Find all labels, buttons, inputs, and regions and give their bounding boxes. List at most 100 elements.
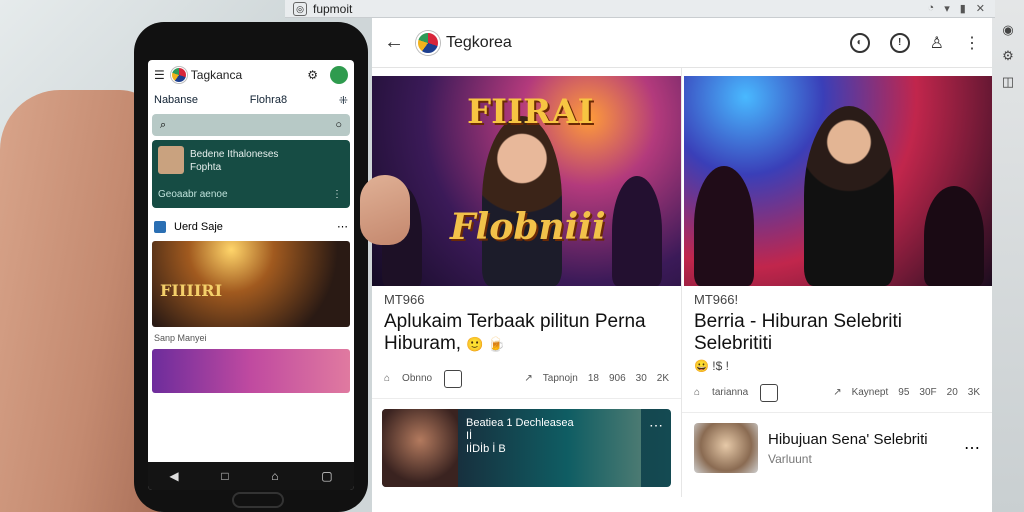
post-1-share-label: Tapnojn: [542, 373, 578, 384]
phone-post-image-2[interactable]: [152, 349, 350, 393]
nav-home-icon[interactable]: ⌂: [271, 469, 278, 483]
expand-icon[interactable]: ⁜: [339, 94, 348, 108]
bookmark-icon[interactable]: [760, 383, 779, 402]
home-icon[interactable]: ⌂: [694, 387, 700, 398]
post-1-image[interactable]: FIIRAI Flobniii: [372, 76, 681, 286]
post-2-left-label: tarianna: [712, 387, 749, 398]
tab-flohra[interactable]: Flohra8: [250, 94, 287, 108]
post-2-stat-b: 20: [946, 387, 958, 398]
phone-screen: ☰ Tagkanca ⚙ Nabanse Flohra8 ⁜ ⌕ ○ Beden…: [148, 60, 354, 490]
gear-icon[interactable]: ⚙: [1002, 48, 1014, 64]
post-1-emoji: 🙂 🍺: [466, 336, 506, 352]
section-icon: [154, 220, 166, 233]
crowd-figure: [612, 176, 662, 286]
post-1-image-title: FIIRAI: [467, 92, 594, 132]
nav-back-icon[interactable]: ◀: [169, 469, 178, 483]
app-bar: ← Tegkorea ◐ ! ♙ ⋮: [372, 18, 992, 68]
phone-home-button[interactable]: [232, 492, 284, 508]
window-titlebar: ◎ fupmoit ◔ ▾ ▮ ✕: [285, 0, 995, 18]
share-icon[interactable]: ↗: [524, 373, 532, 384]
post-1-stat-a: 18: [587, 373, 599, 384]
home-icon[interactable]: ⌂: [384, 373, 390, 384]
mini-card-thumbnail: [382, 409, 458, 487]
app-window: ← Tegkorea ◐ ! ♙ ⋮ FIIRAI Flobniii MT966…: [372, 18, 992, 512]
mini-card-line3: IİDİb İ B: [466, 443, 506, 455]
mini-card-title: Beatiea 1 Dechleasea: [466, 417, 574, 429]
avatar: [694, 423, 758, 473]
app-logo: [170, 67, 187, 83]
phone-app-title: Tagkanca: [190, 68, 243, 82]
more-dots-icon[interactable]: ⋯: [641, 409, 671, 487]
camera-icon[interactable]: ◉: [1002, 22, 1013, 38]
phone-post-image[interactable]: FIIIIRI: [152, 241, 350, 327]
side-toolbar: ◉ ⚙ ◫: [992, 18, 1024, 90]
nav-recent-icon[interactable]: ▢: [321, 469, 332, 483]
bookmark-icon[interactable]: [444, 369, 463, 388]
phone-caption: Sanp Manyei: [154, 333, 207, 343]
phone-section-header: Uerd Saje ⋯: [148, 212, 354, 241]
more-vert-icon[interactable]: ⋮: [332, 189, 342, 200]
notification-icon[interactable]: ◐: [849, 32, 870, 53]
chat-icon[interactable]: [330, 66, 348, 84]
tool-icon[interactable]: ◫: [1002, 74, 1014, 90]
featured-line1: Bedene Ithaloneses: [190, 149, 279, 160]
list-item-title: Hibujuan Sena' Selebriti: [768, 430, 928, 448]
featured-line2: Fophta: [190, 162, 222, 173]
info-icon[interactable]: !: [889, 32, 910, 53]
post-1-stat-a2: 906: [608, 373, 626, 384]
settings-icon[interactable]: ⚙: [307, 68, 318, 82]
post-2-stat-b2: 3K: [967, 387, 980, 398]
post-2-share-label: Kaynept: [851, 387, 889, 398]
crowd-figure: [924, 186, 984, 286]
menu-icon[interactable]: ☰: [154, 68, 165, 82]
profile-icon[interactable]: ♙: [930, 33, 944, 53]
featured-card[interactable]: Bedene Ithaloneses Fophta Geoaabr aenoe …: [152, 140, 350, 208]
post-2-image[interactable]: [684, 76, 992, 286]
share-icon[interactable]: ↗: [833, 387, 841, 398]
crowd-figure: [694, 166, 754, 286]
post-1-image-subtitle: Flobniii: [450, 206, 606, 248]
singer-figure: [482, 116, 562, 286]
list-item-subtitle: Varluunt: [768, 451, 812, 466]
battery-icon: ▮: [959, 3, 966, 15]
post-1-stat-b2: 2K: [656, 373, 669, 384]
post-1-title[interactable]: Aplukaim Terbaak pilitun Perna Hiburam, …: [372, 307, 681, 359]
post-1-stat-b: 30: [635, 373, 647, 384]
featured-caption: Geoaabr aenoe: [158, 189, 228, 200]
post-2-stat-a2: 30F: [919, 387, 937, 398]
signal-icon: ▾: [944, 3, 950, 15]
more-dots-icon[interactable]: ⋯: [337, 220, 348, 233]
search-icon: ⌕: [160, 118, 167, 131]
tab-nabanse[interactable]: Nabanse: [154, 94, 198, 108]
post-2-title-text: Berria - Hiburan Selebriti Selebrititi: [694, 311, 903, 354]
thumb: [360, 175, 410, 245]
post-2-title[interactable]: Berria - Hiburan Selebriti Selebrititi: [682, 307, 992, 359]
close-icon[interactable]: ✕: [976, 2, 985, 15]
list-item[interactable]: Hibujuan Sena' Selebriti Varluunt ⋯: [682, 413, 992, 483]
app-logo: [416, 30, 440, 55]
mini-card-line2: Iİ: [466, 430, 473, 442]
post-1-meta: MT966: [384, 292, 425, 307]
phone-image-title: FIIIIRI: [160, 281, 223, 300]
more-dots-icon[interactable]: ⋯: [964, 438, 980, 458]
phone-device: ☰ Tagkanca ⚙ Nabanse Flohra8 ⁜ ⌕ ○ Beden…: [134, 22, 368, 512]
post-2-stat-a: 95: [898, 387, 910, 398]
post-2-meta: MT966!: [694, 292, 739, 307]
post-2-emoji: 😀 !$ !: [694, 359, 729, 373]
more-vert-icon[interactable]: ⋮: [964, 33, 980, 53]
wifi-icon: ◔: [927, 2, 935, 14]
section-label: Uerd Saje: [174, 220, 223, 233]
featured-thumbnail: [158, 146, 184, 174]
featured-text: Bedene Ithaloneses Fophta: [190, 148, 278, 174]
nav-square-icon[interactable]: □: [221, 469, 228, 483]
search-input[interactable]: ⌕ ○: [152, 114, 350, 136]
mic-icon[interactable]: ○: [335, 119, 342, 131]
app-title: Tegkorea: [446, 33, 512, 51]
singer-figure: [804, 106, 894, 286]
phone-app-bar: ☰ Tagkanca ⚙: [148, 60, 354, 90]
post-1-title-text: Aplukaim Terbaak pilitun Perna Hiburam,: [384, 311, 646, 354]
post-1-left-label: Obnno: [402, 373, 433, 384]
post-1-stats: ⌂ Obnno ↗ Tapnojn 18 906 30 2K: [372, 359, 681, 399]
mini-card[interactable]: Beatiea 1 Dechleasea Iİ IİDİb İ B ⋯: [382, 409, 671, 487]
back-arrow-icon[interactable]: ←: [384, 31, 408, 54]
